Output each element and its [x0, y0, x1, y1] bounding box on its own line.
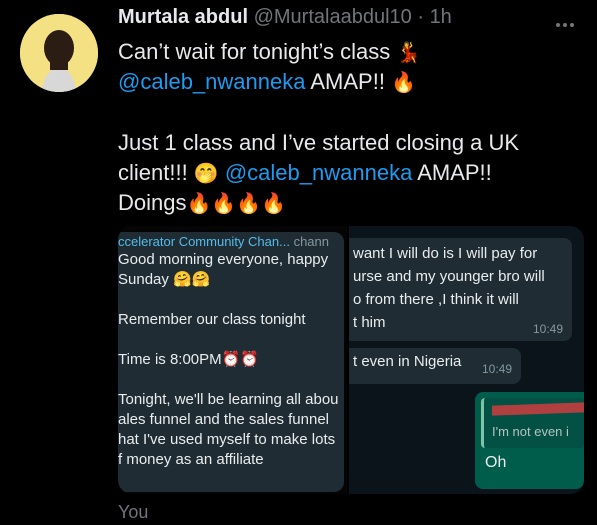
- hand-over-mouth-emoji: 🤭: [193, 163, 219, 185]
- screenshot-right[interactable]: want I will do is I will pay for urse an…: [349, 226, 584, 494]
- avatar[interactable]: [20, 14, 98, 92]
- tweet-text: Just 1 class and I’ve started closing a …: [118, 130, 520, 155]
- message-line: Sunday 🤗🤗: [118, 271, 211, 288]
- tweet-text: Doings: [118, 190, 187, 215]
- message-line: want I will do is I will pay for: [353, 245, 538, 262]
- message-line: ales funnel and the sales funnel: [118, 411, 329, 428]
- tweet-text: AMAP!!: [305, 69, 385, 94]
- more-options-icon[interactable]: [556, 14, 582, 27]
- tweet-text-line-5: Doings🔥🔥🔥🔥: [118, 189, 286, 218]
- message-line: Good morning everyone, happy: [118, 251, 329, 268]
- redaction-mark: [492, 402, 584, 416]
- message-line: Remember our class tonight: [118, 311, 306, 328]
- message-time: 10:49: [533, 322, 564, 336]
- tweet-time[interactable]: 1h: [430, 6, 452, 28]
- fire-emoji-group: 🔥🔥🔥🔥: [186, 193, 287, 215]
- message-line: hat I've used myself to make lots: [118, 431, 336, 448]
- message-line: o from there ,I think it will: [353, 291, 519, 308]
- quoted-text: I'm not even i: [492, 424, 569, 439]
- tweet-text-line-2: @caleb_nwanneka AMAP!! 🔥: [118, 68, 416, 97]
- mention-link[interactable]: @caleb_nwanneka: [225, 160, 412, 185]
- tweet-text: client!!!: [118, 160, 194, 185]
- channel-title: ccelerator Community Chan... chann: [118, 234, 329, 249]
- tweet-text-line-4: client!!! 🤭 @caleb_nwanneka AMAP!!: [118, 159, 492, 188]
- author-handle[interactable]: @Murtalaabdul10: [254, 6, 412, 28]
- fire-emoji: 🔥: [391, 72, 416, 94]
- dancer-emoji: 💃: [396, 42, 422, 64]
- screenshot-left[interactable]: ccelerator Community Chan... chann Good …: [118, 226, 347, 494]
- message-time: 10:49: [482, 362, 513, 376]
- message-line: t even in Nigeria: [353, 353, 462, 370]
- tweet-text-line-3: Just 1 class and I’ve started closing a …: [118, 129, 519, 157]
- tweet-text: Can’t wait for tonight’s class: [118, 39, 391, 64]
- message-line: Tonight, we'll be learning all abou: [118, 391, 339, 408]
- profile-photo: [20, 14, 98, 92]
- author-name[interactable]: Murtala abdul: [118, 6, 248, 28]
- tweet-text-line-1: Can’t wait for tonight’s class 💃: [118, 38, 421, 67]
- tweet-header: Murtala abdul @Murtalaabdul10 · 1h: [118, 6, 452, 29]
- message-line: urse and my younger bro will: [353, 268, 545, 285]
- tweet-media[interactable]: ccelerator Community Chan... chann Good …: [118, 226, 584, 494]
- tweet-text: AMAP!!: [412, 160, 492, 185]
- message-line: t him: [353, 314, 386, 331]
- footer-label: You: [118, 502, 149, 522]
- separator: ·: [417, 6, 424, 28]
- mention-link[interactable]: @caleb_nwanneka: [118, 69, 305, 94]
- message-line: Time is 8:00PM⏰⏰: [118, 351, 259, 368]
- outgoing-message-bubble: I'm not even i Oh: [475, 392, 584, 489]
- message-line: f money as an affiliate: [118, 451, 264, 468]
- quoted-message: I'm not even i: [481, 398, 584, 448]
- reply-text: Oh: [485, 454, 507, 471]
